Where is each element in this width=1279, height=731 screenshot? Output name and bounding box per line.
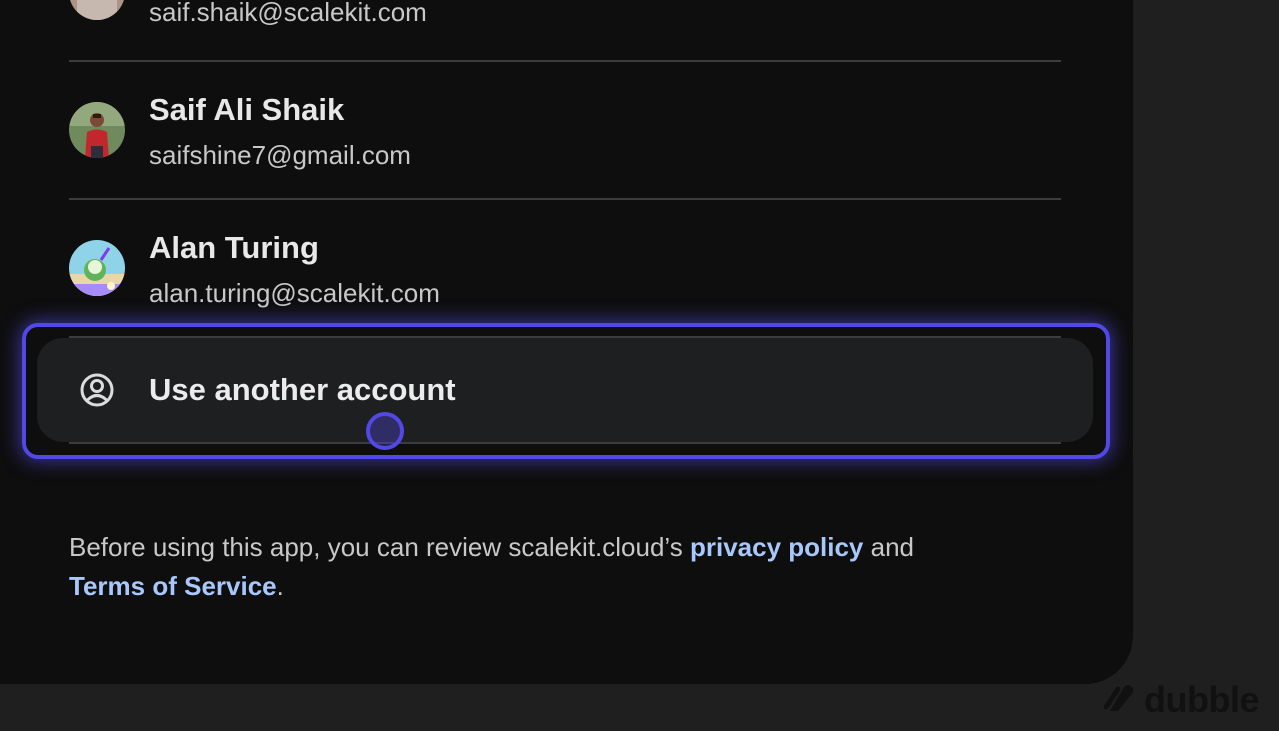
- privacy-policy-link[interactable]: privacy policy: [690, 532, 863, 562]
- account-email: alan.turing@scalekit.com: [149, 278, 440, 308]
- account-email: saifshine7@gmail.com: [149, 140, 411, 170]
- click-indicator: [366, 412, 404, 450]
- avatar-image: [69, 102, 125, 158]
- privacy-disclaimer: Before using this app, you can review sc…: [69, 528, 1069, 606]
- avatar: [69, 0, 125, 20]
- use-another-account-button[interactable]: Use another account: [37, 338, 1093, 442]
- account-name: Alan Turing: [149, 230, 319, 265]
- disclaimer-prefix: Before using this app, you can review sc…: [69, 532, 690, 562]
- avatar-image: [69, 240, 125, 296]
- page: saif.shaik@scalekit.com Saif Ali Shaik s…: [0, 0, 1279, 731]
- avatar: [69, 102, 125, 158]
- divider: [69, 442, 1061, 444]
- terms-of-service-link[interactable]: Terms of Service: [69, 571, 277, 601]
- brand-name: dubble: [1144, 679, 1259, 720]
- account-row-saif-shaik[interactable]: saif.shaik@scalekit.com: [69, 0, 1061, 50]
- account-chooser-card: saif.shaik@scalekit.com Saif Ali Shaik s…: [0, 0, 1133, 684]
- account-name: Saif Ali Shaik: [149, 92, 345, 127]
- account-row-saif-ali-shaik[interactable]: Saif Ali Shaik saifshine7@gmail.com: [69, 62, 1061, 198]
- use-another-account-label: Use another account: [149, 372, 456, 407]
- account-row-alan-turing[interactable]: Alan Turing alan.turing@scalekit.com: [69, 200, 1061, 336]
- divider: [69, 336, 1061, 338]
- dubble-watermark: dubble: [1103, 679, 1259, 720]
- disclaimer-middle: and: [863, 532, 914, 562]
- disclaimer-suffix: .: [276, 571, 284, 601]
- avatar-image: [69, 0, 125, 20]
- account-circle-icon: [79, 372, 115, 408]
- dubble-logo-icon: [1103, 681, 1138, 720]
- avatar: [69, 240, 125, 296]
- account-email: saif.shaik@scalekit.com: [149, 0, 427, 27]
